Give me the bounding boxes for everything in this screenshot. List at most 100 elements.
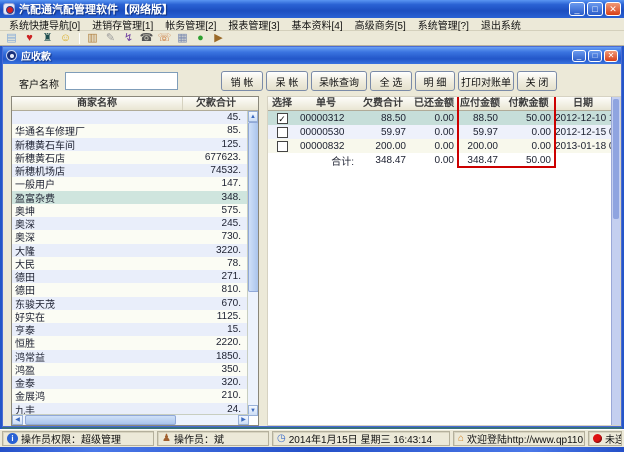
merchant-total-cell: 677623.	[183, 152, 249, 163]
merchant-row[interactable]: 恒胜2220.	[12, 336, 249, 349]
scroll-thumb[interactable]	[25, 415, 176, 425]
row-checkbox[interactable]	[277, 127, 288, 138]
merchant-row[interactable]: 德田810.	[12, 283, 249, 296]
merchants-horizontal-scrollbar[interactable]: ◀ ▶	[12, 414, 249, 425]
owed-cell: 88.50	[356, 113, 410, 124]
dialog-icon	[6, 50, 17, 61]
globe-icon-glyph: ●	[197, 33, 204, 44]
globe-icon[interactable]: ●	[192, 32, 209, 45]
info-icon: i	[7, 433, 18, 444]
close-button[interactable]: 关 闭	[517, 71, 557, 91]
row-checkbox[interactable]	[277, 141, 288, 152]
app-icon	[3, 3, 15, 15]
restore-icon[interactable]: □	[587, 2, 603, 16]
merchant-row[interactable]: 一般用户147.	[12, 177, 249, 190]
merchant-row[interactable]: 鸿盈350.	[12, 363, 249, 376]
dialog-maximize-icon[interactable]: □	[588, 50, 602, 62]
row-checkbox[interactable]: ✓	[277, 113, 288, 124]
bad-debt-query-button[interactable]: 呆帐查询	[311, 71, 367, 91]
exit-icon[interactable]: ▶	[210, 32, 227, 45]
customer-name-input[interactable]	[65, 72, 178, 90]
merchant-row[interactable]: 盈富杂费348.	[12, 191, 249, 204]
notebook-icon[interactable]: ▥	[84, 32, 101, 45]
smiley-icon[interactable]: ☺	[57, 32, 74, 45]
scroll-left-icon[interactable]: ◀	[12, 415, 23, 425]
merchant-row[interactable]: 奥深730.	[12, 230, 249, 243]
menu-item-6[interactable]: 系统管理[?]	[413, 17, 474, 32]
merchant-row[interactable]: 亨泰15.	[12, 323, 249, 336]
order-row[interactable]: 0000053059.970.0059.970.002012-12-15 00:…	[268, 125, 611, 139]
dialog-minimize-icon[interactable]: _	[572, 50, 586, 62]
menu-item-2[interactable]: 帐务管理[2]	[160, 17, 221, 32]
scroll-thumb[interactable]	[248, 122, 259, 292]
merchant-row[interactable]: 奥坤575.	[12, 204, 249, 217]
merchant-row[interactable]: 鸿常益1850.	[12, 350, 249, 363]
menu-item-7[interactable]: 退出系统	[476, 17, 526, 32]
merchant-row[interactable]: 华通名车修理厂85.	[12, 124, 249, 137]
orders-vertical-scrollbar[interactable]	[611, 97, 620, 425]
totals-label: 合计:	[296, 153, 356, 168]
merchants-header: 商家名称 欠款合计	[12, 97, 258, 111]
merchant-row[interactable]: 好实在1125.	[12, 310, 249, 323]
edit-icon-glyph: ✎	[106, 33, 115, 44]
menu-item-1[interactable]: 进销存管理[1]	[87, 17, 158, 32]
edit-icon[interactable]: ✎	[102, 32, 119, 45]
connection-text: 未连接	[605, 431, 622, 446]
merchant-row[interactable]: 新穗黄石车间125.	[12, 138, 249, 151]
close-icon[interactable]: ✕	[605, 2, 621, 16]
merchant-total-cell: 575.	[183, 205, 249, 216]
detail-button[interactable]: 明 细	[415, 71, 455, 91]
merchant-row[interactable]: 新穗黄石店677623.	[12, 151, 249, 164]
printer-icon[interactable]: ▤	[3, 32, 20, 45]
order-row[interactable]: ✓0000031288.500.0088.5050.002012-12-10 1…	[268, 111, 611, 125]
merchants-panel: 商家名称 欠款合计 45.华通名车修理厂85.新穗黄石车间125.新穗黄石店67…	[11, 96, 259, 426]
menu-item-4[interactable]: 基本资料[4]	[287, 17, 348, 32]
heart-icon[interactable]: ♥	[21, 32, 38, 45]
bank-icon[interactable]: ♜	[39, 32, 56, 45]
toolbar-separator	[79, 33, 80, 44]
calculator-icon[interactable]: ▦	[174, 32, 191, 45]
merchant-total-cell: 15.	[183, 324, 249, 335]
merchant-row[interactable]: 金展鸿210.	[12, 389, 249, 402]
status-operator: ♟ 操作员：斌	[157, 431, 269, 446]
phone-icon-glyph: ☎	[140, 33, 154, 44]
order-row[interactable]: 00000832200.000.00200.000.002013-01-18 0…	[268, 139, 611, 153]
paid-cell: 0.00	[502, 141, 555, 152]
merchant-total-cell: 3220.	[183, 245, 249, 256]
merchant-total-cell: 350.	[183, 364, 249, 375]
select-all-button[interactable]: 全 选	[370, 71, 412, 91]
scroll-right-icon[interactable]: ▶	[238, 415, 249, 425]
merchant-row[interactable]: 东骏天茂670.	[12, 297, 249, 310]
merchant-row[interactable]: 大隆3220.	[12, 244, 249, 257]
merchant-row[interactable]: 新穗机场店74532.	[12, 164, 249, 177]
merchant-row[interactable]: 金泰320.	[12, 376, 249, 389]
date-cell: 2012-12-15 00:00:0	[555, 127, 611, 138]
scroll-up-icon[interactable]: ▲	[248, 111, 258, 122]
phone-icon[interactable]: ☎	[138, 32, 155, 45]
menu-item-0[interactable]: 系统快捷导航[0]	[4, 17, 85, 32]
merchant-row[interactable]: 45.	[12, 111, 249, 124]
menu-item-5[interactable]: 高级商务[5]	[350, 17, 411, 32]
bad-debt-button[interactable]: 呆 帐	[266, 71, 308, 91]
welcome-text[interactable]: 欢迎登陆http://www.qp110.com	[467, 431, 585, 446]
scroll-down-icon[interactable]: ▼	[248, 405, 258, 416]
scroll-thumb[interactable]	[613, 99, 619, 219]
merchant-total-cell: 670.	[183, 298, 249, 309]
lightning-icon[interactable]: ↯	[120, 32, 137, 45]
scroll-track[interactable]	[23, 415, 238, 425]
toolbar: ▤♥♜☺ ▥ ✎ ↯☎☏▦ ● ▶	[0, 31, 624, 46]
write-off-button[interactable]: 销 帐	[221, 71, 263, 91]
menu-item-3[interactable]: 报表管理[3]	[223, 17, 284, 32]
customer-name-label: 客户名称	[19, 76, 59, 91]
merchant-row[interactable]: 奥深245.	[12, 217, 249, 230]
merchants-vertical-scrollbar[interactable]: ▲ ▼	[247, 111, 258, 416]
print-statement-button[interactable]: 打印对账单	[458, 71, 514, 91]
payable-cell: 88.50	[458, 113, 502, 124]
fax-icon[interactable]: ☏	[156, 32, 173, 45]
orders-column-header: 应付金额	[458, 97, 502, 110]
home-icon: ⌂	[458, 434, 464, 444]
merchant-row[interactable]: 德田271.	[12, 270, 249, 283]
dialog-close-icon[interactable]: ✕	[604, 50, 618, 62]
minimize-icon[interactable]: _	[569, 2, 585, 16]
merchant-row[interactable]: 大民78.	[12, 257, 249, 270]
